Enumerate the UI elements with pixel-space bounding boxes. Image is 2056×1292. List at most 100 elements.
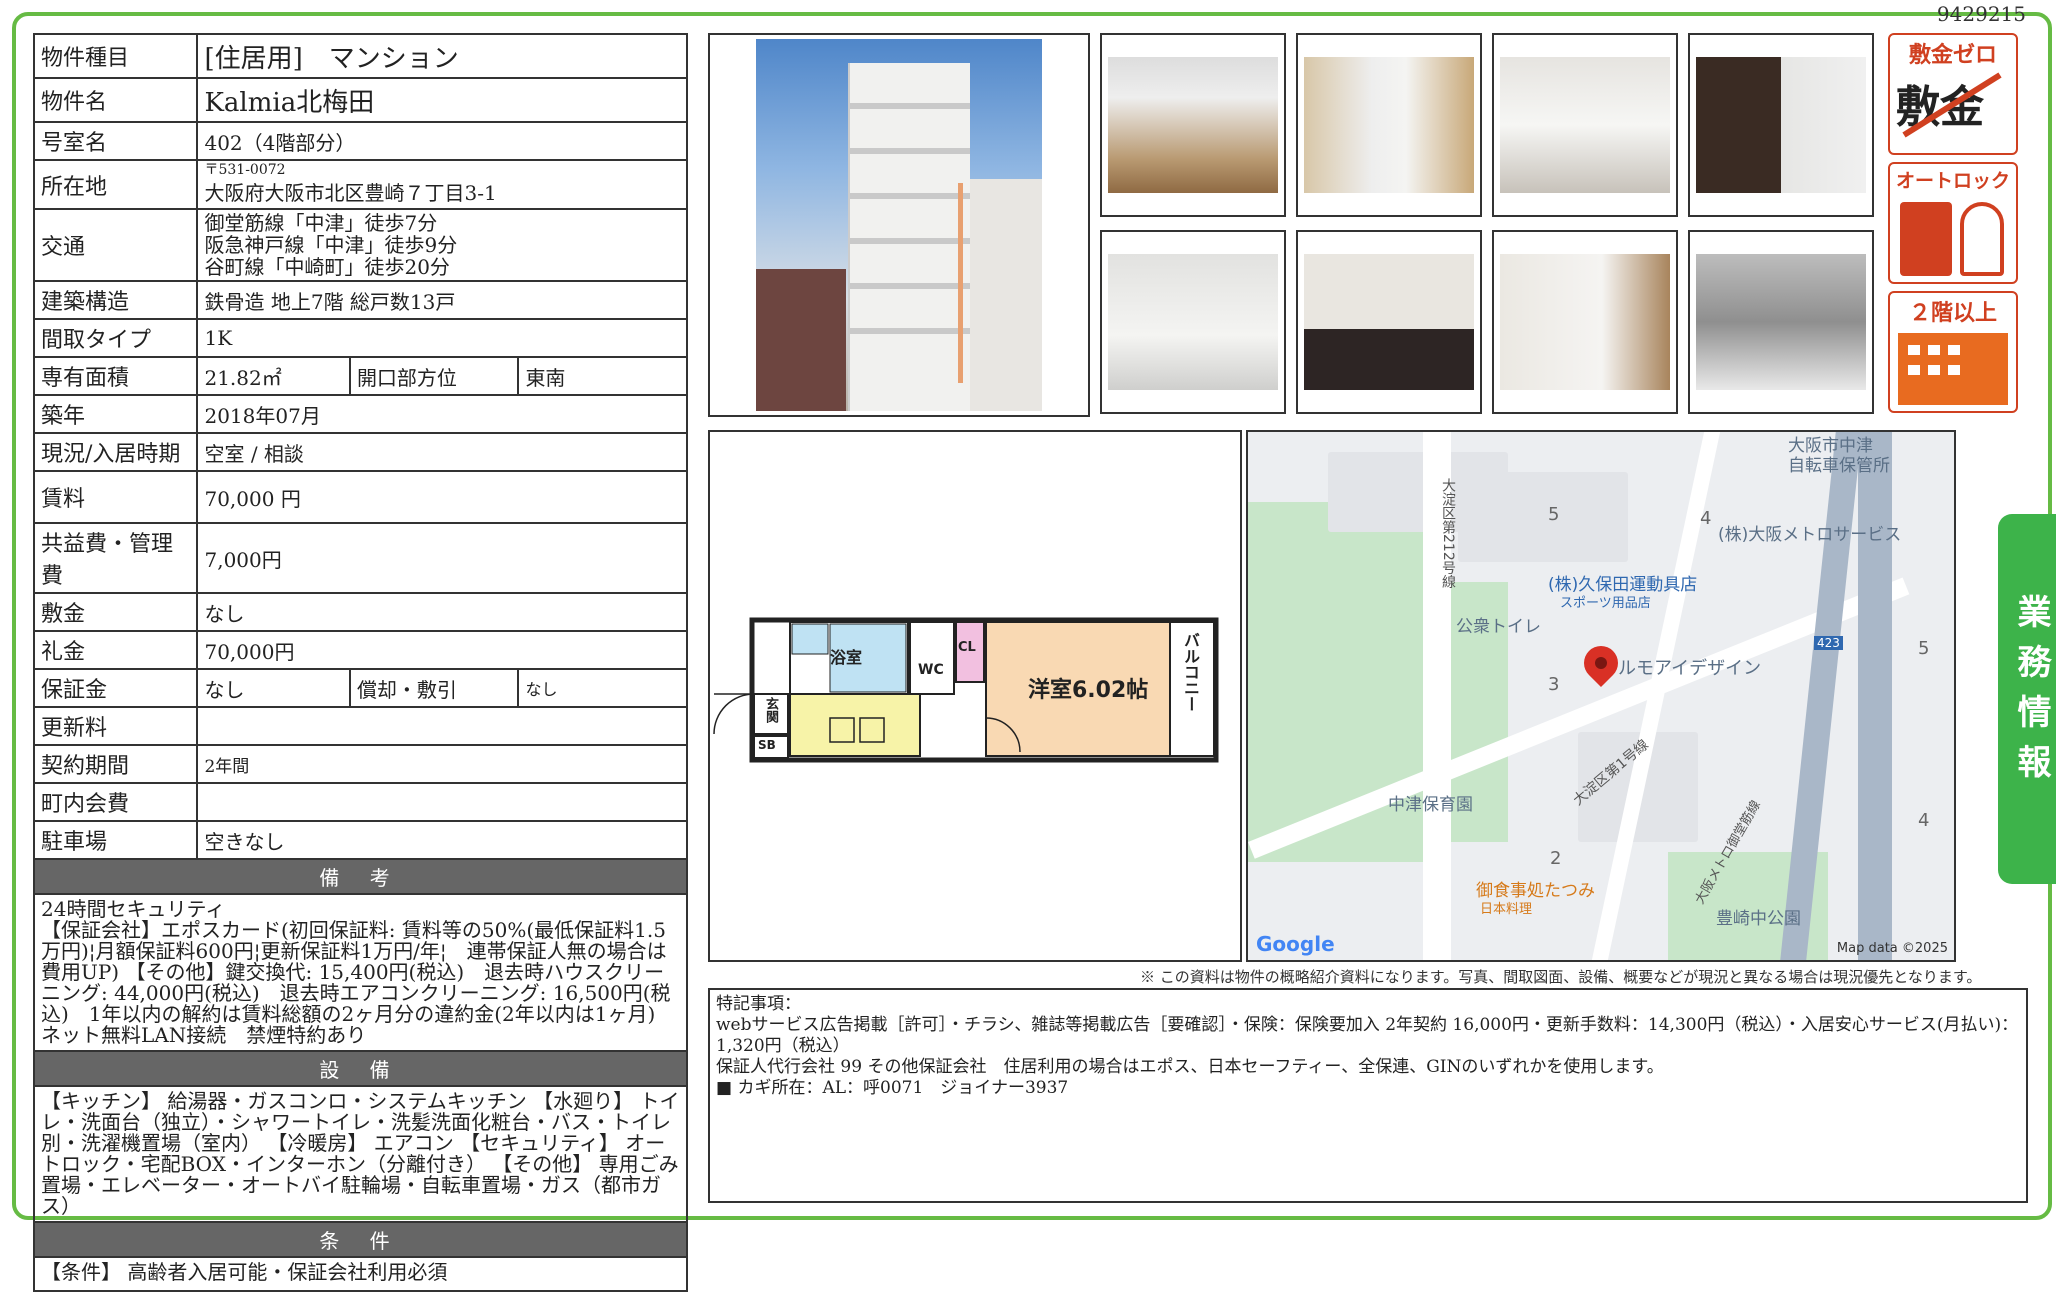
map-block-number: 2 xyxy=(1550,848,1562,869)
transit-line: 阪急神戸線「中津」徒歩9分 xyxy=(204,233,458,257)
conditions-text: 【条件】 高齢者入居可能・保証会社利用必須 xyxy=(33,1256,688,1292)
renewal-label: 更新料 xyxy=(32,706,199,746)
transit-line: 御堂筋線「中津」徒歩7分 xyxy=(204,211,438,235)
hall-photo xyxy=(1304,57,1474,193)
notes-text: 24時間セキュリティ 【保証会社】エポスカード(初回保証料: 賃料等の50%(最… xyxy=(33,893,688,1052)
photo-thumb-bath[interactable] xyxy=(1492,33,1678,217)
fp-closet-label: CL xyxy=(958,640,976,655)
property-info-table: 物件種目 [住居用] マンション 物件名 Kalmia北梅田 号室名 402（4… xyxy=(32,33,688,1292)
address-postal: 〒531-0072 xyxy=(204,162,286,178)
guarantee-value: なし xyxy=(196,668,351,708)
photo-thumb-closet[interactable] xyxy=(1492,230,1678,414)
map-block-number: 5 xyxy=(1548,504,1560,525)
address-cell: 〒531-0072 大阪府大阪市北区豊崎７丁目3-1 xyxy=(196,159,688,210)
map-block xyxy=(1458,472,1628,562)
equipment-text: 【キッチン】 給湯器・ガスコンロ・システムキッチン 【水廻り】 トイレ・洗面台（… xyxy=(33,1085,688,1223)
photo-thumb-room[interactable] xyxy=(1100,33,1286,217)
direction-label: 開口部方位 xyxy=(348,356,520,396)
layout-value: 1K xyxy=(196,318,688,358)
bath-photo xyxy=(1500,57,1670,193)
photo-thumb-kitchen[interactable] xyxy=(1688,33,1874,217)
fp-balcony-label: バルコニー xyxy=(1181,632,1200,712)
keypad-icon xyxy=(1900,202,1952,276)
map-label-rumoi: ルモアイデザイン xyxy=(1618,658,1762,679)
map-block-number: 4 xyxy=(1700,508,1712,529)
key-money-value: 70,000円 xyxy=(196,630,688,670)
photo-thumb-hall[interactable] xyxy=(1296,33,1482,217)
remarks-title: 特記事項： xyxy=(716,994,801,1014)
floor2-badge: ２階以上 xyxy=(1888,291,2018,413)
direction-value: 東南 xyxy=(517,356,688,396)
floor-line xyxy=(850,103,970,109)
floor-plan[interactable]: 浴室 WC CL 洋室6.02帖 バルコニー 玄関 SB xyxy=(708,430,1242,962)
floor-line xyxy=(850,193,970,199)
window-icon xyxy=(1928,345,1940,355)
floor-line xyxy=(850,238,970,244)
document-id: 9429215 xyxy=(1936,2,2026,26)
fp-wc-label: WC xyxy=(918,662,944,678)
conditions-header: 条 件 xyxy=(33,1221,688,1258)
photo-thumb-balcony[interactable] xyxy=(1688,230,1874,414)
business-info-tab-label: 業務情報 xyxy=(2011,594,2051,794)
washroom-photo xyxy=(1304,254,1474,390)
map-label-road1: 大淀区第212号線 xyxy=(1440,478,1456,589)
map-label-bike-parking: 大阪市中津 自転車保管所 xyxy=(1788,436,1890,476)
photo-thumb-toilet[interactable] xyxy=(1100,230,1286,414)
zero-deposit-label: 敷金ゼロ xyxy=(1908,43,1997,68)
community-label: 町内会費 xyxy=(32,782,199,822)
transit-label: 交通 xyxy=(32,208,199,282)
transit-cell: 御堂筋線「中津」徒歩7分 阪急神戸線「中津」徒歩9分 谷町線「中崎町」徒歩20分 xyxy=(196,208,688,282)
photo-thumb-washroom[interactable] xyxy=(1296,230,1482,414)
room-value: 402（4階部分） xyxy=(196,121,688,161)
window-icon xyxy=(1948,345,1960,355)
layout-label: 間取タイプ xyxy=(32,318,199,358)
amort-value: なし xyxy=(517,668,688,708)
remarks-line: 保証人代行会社 99 その他保証会社 住居利用の場合はエポス、日本セーフティー、… xyxy=(716,1057,1664,1077)
map-label-metro-service: (株)大阪メトロサービス xyxy=(1718,525,1902,545)
structure-label: 建築構造 xyxy=(32,280,199,320)
kitchen-photo xyxy=(1696,57,1866,193)
floor2-label: ２階以上 xyxy=(1908,301,1997,326)
floor-line xyxy=(850,148,970,154)
deposit-label: 敷金 xyxy=(32,592,199,632)
common-fee-value: 7,000円 xyxy=(196,522,688,594)
amort-label: 償却・敷引 xyxy=(348,668,520,708)
type-label: 物件種目 xyxy=(32,33,199,79)
toilet-photo xyxy=(1108,254,1278,390)
window-icon xyxy=(1908,345,1920,355)
parking-value: 空きなし xyxy=(196,820,688,860)
zero-deposit-badge: 敷金ゼロ 敷金 xyxy=(1888,33,2018,155)
status-value: 空室 / 相談 xyxy=(196,432,688,472)
common-fee-label: 共益費・管理費 xyxy=(32,522,199,594)
map-route-shield: 423 xyxy=(1814,636,1843,650)
renewal-value xyxy=(196,706,688,746)
building-photo[interactable] xyxy=(708,33,1090,417)
key-icon xyxy=(1960,202,2004,276)
business-info-tab[interactable]: 業務情報 xyxy=(1998,514,2056,884)
notes-header: 備 考 xyxy=(33,858,688,895)
building-tower xyxy=(848,63,970,411)
map-block-number: 5 xyxy=(1918,638,1930,659)
room-label: 号室名 xyxy=(32,121,199,161)
map-block-number: 4 xyxy=(1918,810,1930,831)
built-value: 2018年07月 xyxy=(196,394,688,434)
fp-entrance-label: 玄関 xyxy=(763,697,778,723)
location-map[interactable]: 大阪市中津 自転車保管所 (株)大阪メトロサービス (株)久保田運動具店 スポー… xyxy=(1246,430,1956,962)
remarks-line: ■ カギ所在：AL：呼0071 ジョイナー3937 xyxy=(716,1078,1069,1098)
neighbor-house-right xyxy=(970,179,1042,411)
remarks-box: 特記事項： webサービス広告掲載［許可］・チラシ、雑誌等掲載広告［要確認］・保… xyxy=(708,988,2028,1203)
fp-bath-label: 浴室 xyxy=(830,648,863,667)
floor-line xyxy=(850,328,970,334)
balcony-photo xyxy=(1696,254,1866,390)
map-label-toilet: 公衆トイレ xyxy=(1456,617,1541,637)
cross-mark-icon xyxy=(1902,72,2002,138)
built-label: 築年 xyxy=(32,394,199,434)
guarantee-label: 保証金 xyxy=(32,668,199,708)
name-label: 物件名 xyxy=(32,77,199,123)
map-block-number: 3 xyxy=(1548,674,1560,695)
map-label-nursery: 中津保育園 xyxy=(1388,795,1473,815)
map-label-park: 豊崎中公園 xyxy=(1716,909,1801,929)
deposit-value: なし xyxy=(196,592,688,632)
disclaimer: ※ この資料は物件の概略紹介資料になります。写真、間取図面、設備、概要などが現況… xyxy=(1140,968,1982,986)
google-logo: Google xyxy=(1256,932,1335,956)
